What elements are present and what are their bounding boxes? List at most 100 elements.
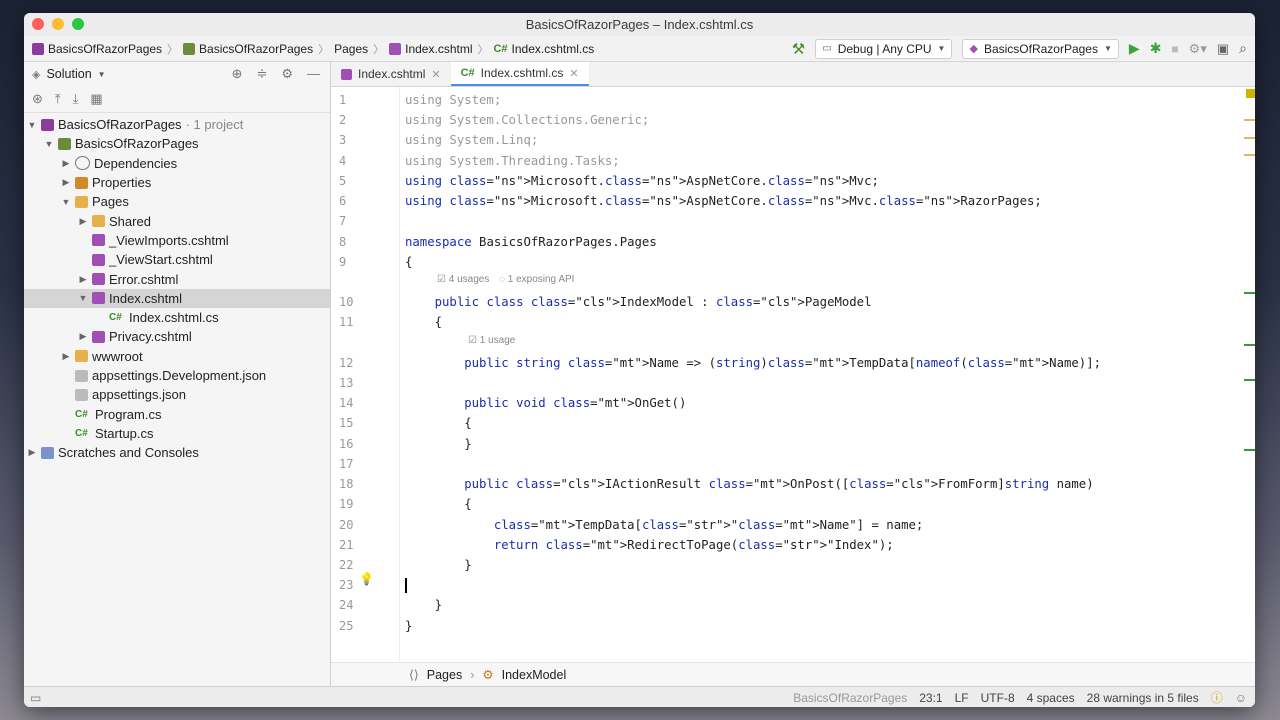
- build-hammer-icon[interactable]: ⚒: [792, 40, 805, 58]
- close-window-button[interactable]: [32, 18, 44, 30]
- change-mark[interactable]: [1244, 449, 1255, 451]
- change-mark[interactable]: [1244, 379, 1255, 381]
- chevron-right-icon[interactable]: ▶: [60, 177, 72, 188]
- exposing-api-hint[interactable]: ◌ 1 exposing API: [499, 274, 574, 285]
- tree-item[interactable]: C# Startup.cs: [24, 424, 330, 443]
- code-line[interactable]: {: [405, 315, 442, 329]
- chevron-right-icon[interactable]: ▶: [77, 331, 89, 342]
- chevron-right-icon[interactable]: ▶: [77, 274, 89, 285]
- usages-hint[interactable]: ☑ 4 usages: [437, 274, 489, 285]
- code-line[interactable]: public class class="cls">IndexModel : cl…: [405, 295, 872, 309]
- status-line-ending[interactable]: LF: [955, 691, 969, 705]
- close-tab-icon[interactable]: ✕: [431, 68, 440, 81]
- breadcrumb-index-cs[interactable]: C# Index.cshtml.cs: [493, 42, 594, 56]
- code-line[interactable]: }: [405, 598, 442, 612]
- tree-item[interactable]: ▶ Properties: [24, 173, 330, 192]
- chevron-down-icon[interactable]: ▼: [77, 293, 89, 303]
- code-line[interactable]: class="mt">TempData[class="str">"class="…: [405, 518, 923, 532]
- usage-hint[interactable]: ☑ 1 usage: [468, 335, 515, 346]
- chevron-down-icon[interactable]: ▼: [26, 120, 38, 130]
- change-mark[interactable]: [1244, 292, 1255, 294]
- breadcrumb-class[interactable]: IndexModel: [502, 668, 567, 682]
- code-line[interactable]: public void class="mt">OnGet(): [405, 396, 686, 410]
- chevron-right-icon[interactable]: ▶: [60, 158, 72, 169]
- hide-icon[interactable]: —: [307, 66, 320, 82]
- code-line[interactable]: {: [405, 255, 412, 269]
- code-line[interactable]: {: [405, 497, 471, 511]
- tree-item[interactable]: appsettings.Development.json: [24, 366, 330, 385]
- tab-index-cs[interactable]: C# Index.cshtml.cs ✕: [450, 62, 589, 86]
- preview-icon[interactable]: ▦: [90, 91, 102, 107]
- breadcrumb-solution[interactable]: BasicsOfRazorPages: [32, 42, 162, 56]
- tree-item[interactable]: ▼ Index.cshtml: [24, 288, 330, 308]
- chevron-down-icon[interactable]: ▼: [60, 197, 72, 207]
- status-warnings[interactable]: 28 warnings in 5 files: [1087, 691, 1199, 705]
- upload-icon[interactable]: ⤒: [55, 91, 61, 107]
- filter-icon[interactable]: ⊛: [32, 91, 43, 107]
- status-project[interactable]: BasicsOfRazorPages: [793, 691, 907, 705]
- configuration-dropdown[interactable]: ▭ Debug | Any CPU ▼: [815, 38, 953, 59]
- chevron-down-icon[interactable]: ▼: [43, 139, 55, 149]
- breadcrumb-namespace[interactable]: Pages: [427, 668, 462, 682]
- search-icon[interactable]: ⌕: [1239, 40, 1247, 57]
- layout-icon[interactable]: ▣: [1217, 41, 1229, 57]
- code-line[interactable]: }: [405, 619, 412, 633]
- chevron-right-icon[interactable]: ▶: [60, 351, 72, 362]
- tree-item[interactable]: _ViewImports.cshtml: [24, 231, 330, 250]
- chevron-right-icon[interactable]: ▶: [77, 216, 89, 227]
- tab-index-cshtml[interactable]: Index.cshtml ✕: [331, 62, 451, 86]
- debug-icon[interactable]: ✱: [1150, 40, 1162, 57]
- close-tab-icon[interactable]: ✕: [569, 67, 578, 80]
- tree-item[interactable]: ▶ Shared: [24, 211, 330, 230]
- warning-mark[interactable]: [1244, 137, 1255, 139]
- notifications-icon[interactable]: ☺: [1235, 691, 1247, 705]
- tree-item[interactable]: ▼ Pages: [24, 192, 330, 211]
- tree-item[interactable]: ▼ BasicsOfRazorPages · 1 project: [24, 115, 330, 134]
- warning-mark[interactable]: [1244, 154, 1255, 156]
- run-icon[interactable]: ▶: [1129, 40, 1140, 57]
- code-line[interactable]: using class="ns">Microsoft.class="ns">As…: [405, 174, 879, 188]
- code-line[interactable]: using System;: [405, 93, 501, 107]
- tree-item[interactable]: ▶ Dependencies: [24, 154, 330, 173]
- code-line[interactable]: }: [405, 437, 471, 451]
- code-line[interactable]: using System.Linq;: [405, 133, 538, 147]
- breadcrumb-pages[interactable]: Pages: [334, 42, 368, 56]
- toggle-panel-icon[interactable]: ▭: [30, 691, 41, 705]
- code-line[interactable]: }: [405, 558, 471, 572]
- download-icon[interactable]: ⤓: [73, 91, 79, 107]
- tree-item[interactable]: ▶ wwwroot: [24, 347, 330, 366]
- change-mark[interactable]: [1244, 344, 1255, 346]
- code-line[interactable]: using System.Threading.Tasks;: [405, 154, 620, 168]
- chevron-down-icon[interactable]: ▼: [98, 70, 106, 79]
- chevron-right-icon[interactable]: ▶: [26, 447, 38, 458]
- zoom-window-button[interactable]: [72, 18, 84, 30]
- code-line[interactable]: public class="cls">IActionResult class="…: [405, 477, 1093, 491]
- breadcrumb-index-cshtml[interactable]: Index.cshtml: [389, 42, 472, 56]
- tree-item[interactable]: C# Index.cshtml.cs: [24, 308, 330, 327]
- code-line[interactable]: {: [405, 416, 471, 430]
- tree-item[interactable]: C# Program.cs: [24, 404, 330, 423]
- locate-icon[interactable]: ⊕: [232, 66, 243, 82]
- warning-icon[interactable]: ⓘ: [1211, 689, 1223, 706]
- collapse-all-icon[interactable]: ≑: [256, 66, 267, 82]
- tree-item[interactable]: _ViewStart.cshtml: [24, 250, 330, 269]
- gear-icon[interactable]: ⚙: [281, 66, 293, 82]
- code-line[interactable]: [405, 578, 407, 593]
- minimize-window-button[interactable]: [52, 18, 64, 30]
- tree-item[interactable]: ▼ BasicsOfRazorPages: [24, 134, 330, 153]
- code-line[interactable]: namespace BasicsOfRazorPages.Pages: [405, 235, 657, 249]
- status-encoding[interactable]: UTF-8: [981, 691, 1015, 705]
- tree-item[interactable]: appsettings.json: [24, 385, 330, 404]
- code-line[interactable]: public string class="mt">Name => (string…: [405, 356, 1101, 370]
- breadcrumb-project[interactable]: BasicsOfRazorPages: [183, 42, 313, 56]
- tree-item[interactable]: ▶ Privacy.cshtml: [24, 327, 330, 346]
- status-indent[interactable]: 4 spaces: [1027, 691, 1075, 705]
- tree-item[interactable]: ▶ Error.cshtml: [24, 269, 330, 288]
- warning-status-icon[interactable]: [1246, 89, 1255, 98]
- attach-icon[interactable]: ⚙▾: [1189, 41, 1207, 57]
- run-target-dropdown[interactable]: ◆ BasicsOfRazorPages ▼: [962, 38, 1119, 59]
- tree-item[interactable]: ▶ Scratches and Consoles: [24, 443, 330, 462]
- solution-dropdown[interactable]: Solution: [46, 67, 91, 81]
- code-line[interactable]: return class="mt">RedirectToPage(class="…: [405, 538, 894, 552]
- code-line[interactable]: using class="ns">Microsoft.class="ns">As…: [405, 194, 1042, 208]
